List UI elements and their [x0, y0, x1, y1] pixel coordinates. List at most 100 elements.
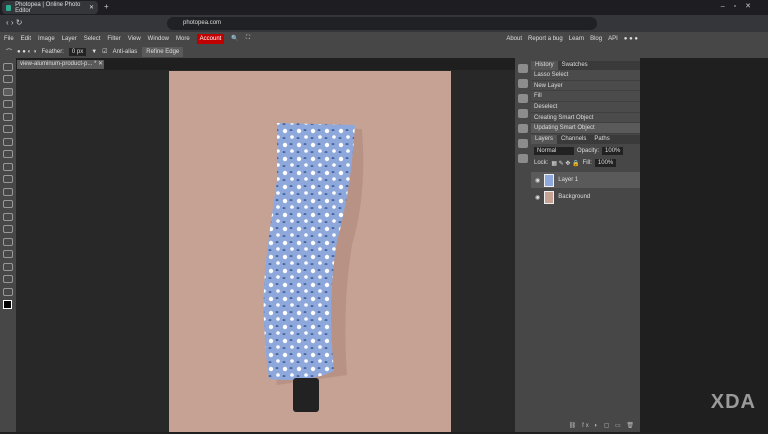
menu-image[interactable]: Image — [38, 36, 55, 42]
blur-icon[interactable] — [3, 200, 13, 208]
close-tab-icon[interactable]: ✕ — [89, 4, 94, 11]
dodge-icon[interactable] — [3, 212, 13, 221]
tab-layers[interactable]: Layers — [531, 135, 558, 145]
feather-input[interactable]: 0 px — [68, 47, 87, 56]
layer-row[interactable]: ◉ Background — [531, 189, 640, 205]
outside-area: XDA — [640, 58, 768, 432]
link-learn[interactable]: Learn — [569, 36, 584, 42]
css-icon[interactable] — [518, 139, 528, 148]
visibility-eye-icon[interactable]: ◉ — [535, 194, 540, 201]
tab-channels[interactable]: Channels — [557, 135, 590, 144]
lock-label: Lock: — [534, 160, 549, 167]
history-list: Lasso Select New Layer Fill Deselect Cre… — [531, 70, 640, 135]
nav-buttons-icon[interactable]: ‹ › ↻ — [6, 18, 22, 27]
link-api[interactable]: API — [608, 36, 618, 42]
browser-tab[interactable]: Photopea | Online Photo Editor ✕ — [2, 1, 98, 14]
layer-name: Layer 1 — [558, 177, 579, 184]
brush-tool-icon[interactable] — [3, 150, 13, 158]
feather-dropdown-icon[interactable]: ▼ — [91, 49, 97, 55]
menu-select[interactable]: Select — [84, 36, 101, 42]
layer-name: Background — [558, 194, 591, 201]
menu-more[interactable]: More — [176, 36, 190, 42]
toolbar — [0, 58, 16, 432]
fill-label: Fill: — [582, 160, 592, 167]
panel-icon-column — [515, 58, 531, 432]
close-doc-icon[interactable]: ✕ — [98, 61, 103, 67]
crop-tool-icon[interactable] — [3, 112, 13, 121]
refine-edge-button[interactable]: Refine Edge — [142, 46, 184, 57]
adjustments-icon[interactable] — [518, 79, 528, 88]
pen-tool-icon[interactable] — [3, 250, 13, 258]
blend-mode-select[interactable]: Normal — [534, 147, 574, 156]
stamp-tool-icon[interactable] — [3, 162, 13, 171]
layer-row[interactable]: ◉ Layer 1 — [531, 172, 640, 189]
document-canvas[interactable] — [169, 71, 451, 432]
layer-thumbnail — [544, 173, 555, 187]
menu-window[interactable]: Window — [148, 36, 169, 42]
eraser-icon[interactable] — [3, 175, 13, 183]
eyedropper-icon[interactable] — [3, 125, 13, 133]
fill-input[interactable]: 100% — [594, 159, 617, 168]
antialias-checkbox[interactable]: ☑ — [102, 48, 107, 55]
account-button[interactable]: Account — [196, 33, 225, 44]
window-controls[interactable]: –▫✕ — [721, 2, 760, 10]
right-panels: History Swatches Lasso Select New Layer … — [531, 58, 640, 432]
header-links: About Report a bug Learn Blog API ● ● ● — [506, 32, 638, 45]
link-about[interactable]: About — [506, 36, 522, 42]
lasso-icon: ⌒ — [6, 50, 13, 56]
move-tool-icon[interactable] — [3, 62, 13, 71]
tab-swatches[interactable]: Swatches — [558, 61, 592, 70]
menu-bar: File Edit Image Layer Select Filter View… — [0, 32, 768, 45]
feather-label: Feather: — [41, 48, 64, 55]
color-swatches[interactable] — [3, 300, 12, 309]
search-icon[interactable]: 🔍 — [231, 35, 238, 42]
history-item[interactable]: Creating Smart Object — [531, 112, 640, 124]
menu-filter[interactable]: Filter — [107, 36, 120, 42]
image-icon[interactable] — [518, 154, 528, 163]
link-blog[interactable]: Blog — [590, 36, 602, 42]
url-field[interactable]: photopea.com — [167, 17, 597, 30]
zoom-tool-icon[interactable] — [3, 287, 13, 296]
history-item[interactable]: Lasso Select — [531, 70, 640, 81]
paragraph-icon[interactable] — [518, 124, 528, 133]
history-item[interactable]: New Layer — [531, 80, 640, 92]
opacity-label: Opacity: — [577, 148, 600, 155]
social-icons[interactable]: ● ● ● — [624, 36, 638, 42]
menu-view[interactable]: View — [128, 36, 141, 42]
browser-tab-bar: Photopea | Online Photo Editor ✕ + –▫✕ — [0, 0, 768, 15]
new-tab-icon[interactable]: + — [104, 2, 109, 11]
link-report-bug[interactable]: Report a bug — [528, 36, 563, 42]
opacity-input[interactable]: 100% — [602, 147, 624, 156]
history-item[interactable]: Fill — [531, 91, 640, 103]
marquee-tool-icon[interactable] — [3, 75, 13, 83]
history-item[interactable]: Deselect — [531, 102, 640, 113]
visibility-eye-icon[interactable]: ◉ — [535, 177, 540, 184]
fullscreen-icon[interactable]: ⛶ — [246, 35, 250, 42]
shape-tool-icon[interactable] — [3, 262, 13, 271]
magic-wand-icon[interactable] — [3, 100, 13, 108]
lasso-tool-icon[interactable] — [3, 87, 13, 96]
tab-history[interactable]: History — [531, 61, 558, 70]
menu-edit[interactable]: Edit — [21, 36, 31, 42]
hand-tool-icon[interactable] — [3, 275, 13, 283]
layer-thumbnail — [544, 190, 555, 204]
document-tab[interactable]: view-aluminum-product-p... * ✕ — [17, 60, 104, 69]
brush-settings-icon[interactable] — [518, 94, 528, 103]
selection-mode-icons[interactable]: ● ● ◐ ◑ — [17, 49, 37, 55]
character-icon[interactable] — [518, 109, 528, 118]
path-select-icon[interactable] — [3, 237, 13, 246]
menu-file[interactable]: File — [4, 36, 14, 42]
layers-tabs: Layers Channels Paths — [531, 135, 640, 145]
menu-layer[interactable]: Layer — [62, 36, 77, 42]
heal-tool-icon[interactable] — [3, 137, 13, 146]
lock-icons[interactable]: ▦ ✎ ✥ 🔒 — [551, 160, 579, 167]
gradient-icon[interactable] — [3, 187, 13, 196]
text-tool-icon[interactable] — [3, 225, 13, 233]
xda-watermark: XDA — [710, 391, 756, 413]
layer-action-buttons[interactable]: ⛓ fx ◐ ▢ ▭ 🗑 — [569, 422, 636, 429]
tab-paths[interactable]: Paths — [590, 135, 613, 144]
info-icon[interactable] — [518, 64, 528, 73]
history-item[interactable]: Updating Smart Object — [531, 123, 640, 135]
patterned-bottle-artwork — [263, 123, 364, 412]
antialias-label: Anti-alias — [112, 48, 138, 55]
